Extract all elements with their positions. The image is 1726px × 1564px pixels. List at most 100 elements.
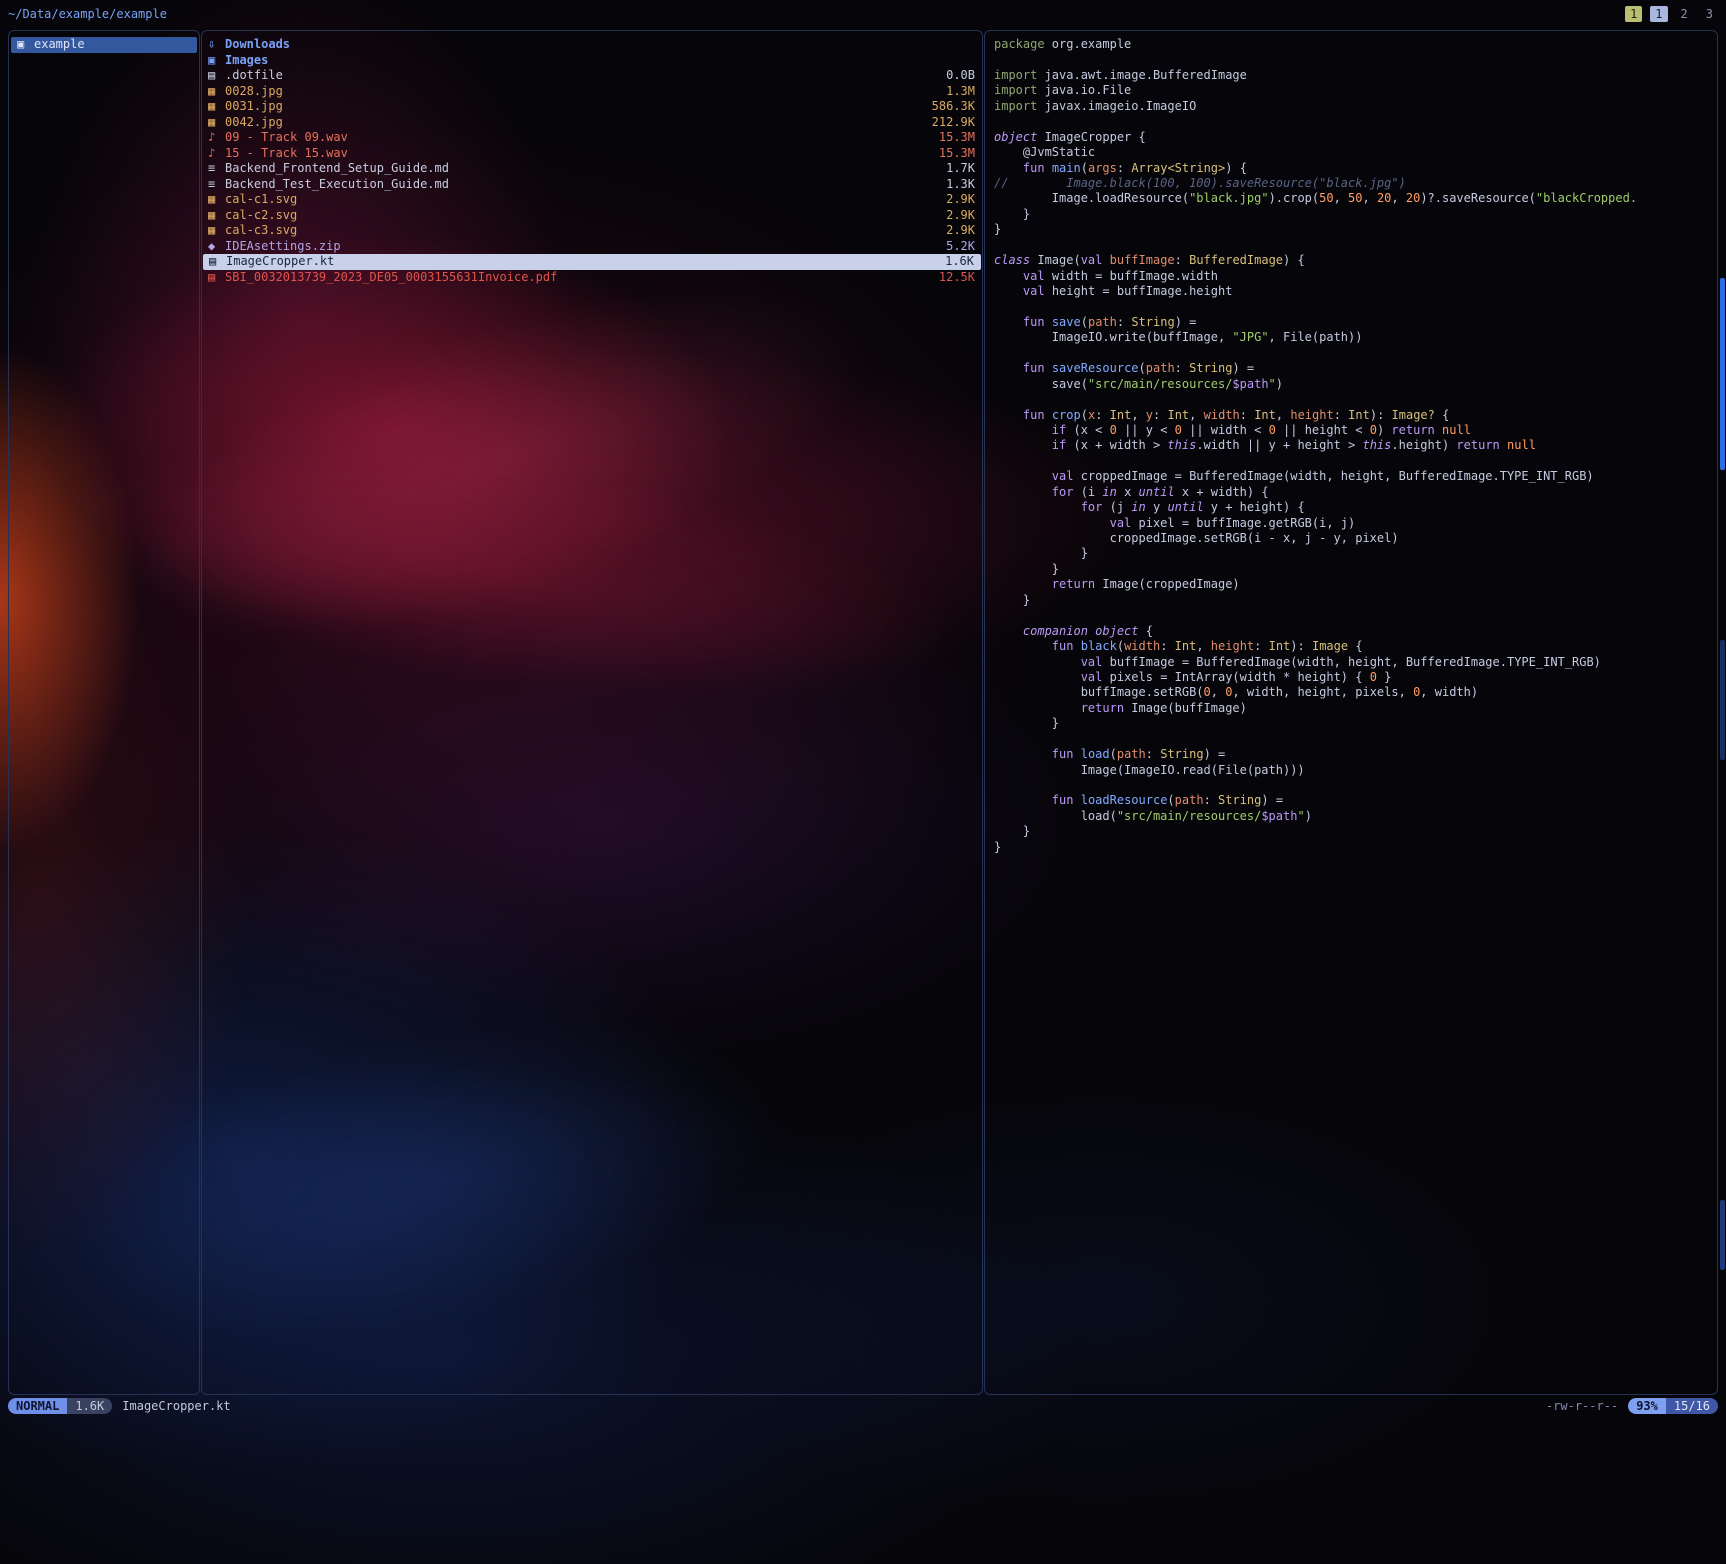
file-row-ImageCropper.kt[interactable]: ▤ImageCropper.kt1.6K: [203, 254, 981, 270]
status-bar-left: NORMAL 1.6K ImageCropper.kt: [8, 1398, 231, 1414]
file-list-pane[interactable]: ⇩Downloads▣Images▤.dotfile0.0B▦0028.jpg1…: [201, 30, 983, 1395]
code-line: Image.loadResource("black.jpg").crop(50,…: [994, 191, 1717, 206]
scroll-percent-badge: 93%: [1628, 1398, 1666, 1414]
parent-dir-label: example: [34, 37, 190, 53]
code-line: fun black(width: Int, height: Int): Imag…: [994, 639, 1717, 654]
code-line: [994, 778, 1717, 793]
file-row-15 - Track 15.wav[interactable]: ♪15 - Track 15.wav15.3M: [202, 146, 982, 162]
tab-bar[interactable]: 1123: [1625, 6, 1718, 22]
code-line: [994, 392, 1717, 407]
parent-directory-pane[interactable]: ▣ example: [8, 30, 200, 1395]
code-line: croppedImage.setRGB(i - x, j - y, pixel): [994, 531, 1717, 546]
file-name: 0031.jpg: [225, 99, 924, 115]
scrollbar-mark[interactable]: [1720, 640, 1725, 760]
tab-4[interactable]: 3: [1701, 6, 1718, 22]
file-name: cal-c2.svg: [225, 208, 938, 224]
code-line: class Image(val buffImage: BufferedImage…: [994, 253, 1717, 268]
file-icon: ▤: [208, 68, 225, 84]
file-row-0031.jpg[interactable]: ▦0031.jpg 586.3K: [202, 99, 982, 115]
tab-3[interactable]: 2: [1676, 6, 1693, 22]
file-row-Images[interactable]: ▣Images: [202, 53, 982, 69]
file-size: 1.3K: [946, 177, 975, 193]
code-line: for (i in x until x + width) {: [994, 485, 1717, 500]
file-row-Backend_Frontend_Setup_Guide.md[interactable]: ≡Backend_Frontend_Setup_Guide.md 1.7K: [202, 161, 982, 177]
code-line: // Image.black(100, 100).saveResource("b…: [994, 176, 1717, 191]
file-row-0042.jpg[interactable]: ▦0042.jpg212.9K: [202, 115, 982, 131]
file-name: 09 - Track 09.wav: [225, 130, 931, 146]
file-size: 12.5K: [939, 270, 975, 286]
file-row-cal-c3.svg[interactable]: ▦cal-c3.svg2.9K: [202, 223, 982, 239]
code-line: [994, 52, 1717, 67]
file-row-.dotfile[interactable]: ▤.dotfile0.0B: [202, 68, 982, 84]
file-row-IDEAsettings.zip[interactable]: ◆IDEAsettings.zip5.2K: [202, 239, 982, 255]
code-line: object ImageCropper {: [994, 130, 1717, 145]
file-name: Backend_Test_Execution_Guide.md: [225, 177, 938, 193]
file-name: Backend_Frontend_Setup_Guide.md: [225, 161, 938, 177]
file-size: 2.9K: [946, 192, 975, 208]
file-size: 1.3M: [946, 84, 975, 100]
file-name: 0028.jpg: [225, 84, 938, 100]
code-line: [994, 299, 1717, 314]
scrollbar-mark[interactable]: [1720, 1200, 1725, 1270]
image-file-icon: ▦: [208, 208, 225, 224]
parent-dir-item-example[interactable]: ▣ example: [11, 37, 197, 53]
file-preview-pane[interactable]: package org.example import java.awt.imag…: [984, 30, 1718, 1395]
code-line: ImageIO.write(buffImage, "JPG", File(pat…: [994, 330, 1717, 345]
markdown-file-icon: ≡: [208, 161, 225, 177]
code-line: load("src/main/resources/$path"): [994, 809, 1717, 824]
markdown-file-icon: ≡: [208, 177, 225, 193]
file-row-cal-c2.svg[interactable]: ▦cal-c2.svg2.9K: [202, 208, 982, 224]
code-line: if (x + width > this.width || y + height…: [994, 438, 1717, 453]
code-line: val height = buffImage.height: [994, 284, 1717, 299]
code-line: buffImage.setRGB(0, 0, width, height, pi…: [994, 685, 1717, 700]
folder-icon: ▣: [17, 37, 34, 53]
file-size: 1.7K: [946, 161, 975, 177]
archive-file-icon: ◆: [208, 239, 225, 255]
code-line: [994, 732, 1717, 747]
code-line: [994, 346, 1717, 361]
code-line: }: [994, 716, 1717, 731]
code-line: if (x < 0 || y < 0 || width < 0 || heigh…: [994, 423, 1717, 438]
file-row-0028.jpg[interactable]: ▦0028.jpg1.3M: [202, 84, 982, 100]
breadcrumb-path: ~/Data/example/example: [8, 7, 167, 21]
kotlin-file-icon: ▤: [209, 254, 226, 270]
code-line: for (j in y until y + height) {: [994, 500, 1717, 515]
tab-2[interactable]: 1: [1650, 6, 1667, 22]
code-line: }: [994, 546, 1717, 561]
file-row-Downloads[interactable]: ⇩Downloads: [202, 37, 982, 53]
code-line: fun crop(x: Int, y: Int, width: Int, hei…: [994, 408, 1717, 423]
image-file-icon: ▦: [208, 99, 225, 115]
file-size: 0.0B: [946, 68, 975, 84]
file-size: 586.3K: [932, 99, 975, 115]
image-file-icon: ▦: [208, 115, 225, 131]
file-row-09 - Track 09.wav[interactable]: ♪09 - Track 09.wav15.3M: [202, 130, 982, 146]
file-size: 5.2K: [946, 239, 975, 255]
file-size: 15.3M: [939, 130, 975, 146]
code-line: companion object {: [994, 624, 1717, 639]
file-name: ImageCropper.kt: [226, 254, 937, 270]
image-file-icon: ▦: [208, 192, 225, 208]
file-size: 2.9K: [946, 223, 975, 239]
cursor-position-badge: 15/16: [1666, 1398, 1718, 1414]
code-line: [994, 238, 1717, 253]
file-name: cal-c3.svg: [225, 223, 938, 239]
code-line: }: [994, 207, 1717, 222]
code-line: import javax.imageio.ImageIO: [994, 99, 1717, 114]
tab-1[interactable]: 1: [1625, 6, 1642, 22]
code-line: val croppedImage = BufferedImage(width, …: [994, 469, 1717, 484]
audio-file-icon: ♪: [208, 146, 225, 162]
code-line: fun load(path: String) =: [994, 747, 1717, 762]
status-filename: ImageCropper.kt: [122, 1399, 230, 1413]
code-line: val pixel = buffImage.getRGB(i, j): [994, 516, 1717, 531]
code-line: }: [994, 593, 1717, 608]
file-row-cal-c1.svg[interactable]: ▦cal-c1.svg2.9K: [202, 192, 982, 208]
status-bar: NORMAL 1.6K ImageCropper.kt -rw-r--r-- 9…: [8, 1397, 1718, 1414]
file-row-SBI_0032013739_2023_DE05_0003155631Invoice.pdf[interactable]: ▤SBI_0032013739_2023_DE05_0003155631Invo…: [202, 270, 982, 286]
mode-badge: NORMAL: [8, 1398, 67, 1414]
file-name: 0042.jpg: [225, 115, 924, 131]
code-line: Image(ImageIO.read(File(path))): [994, 763, 1717, 778]
file-row-Backend_Test_Execution_Guide.md[interactable]: ≡Backend_Test_Execution_Guide.md 1.3K: [202, 177, 982, 193]
scrollbar-thumb[interactable]: [1720, 278, 1725, 470]
code-line: save("src/main/resources/$path"): [994, 377, 1717, 392]
code-line: import java.io.File: [994, 83, 1717, 98]
